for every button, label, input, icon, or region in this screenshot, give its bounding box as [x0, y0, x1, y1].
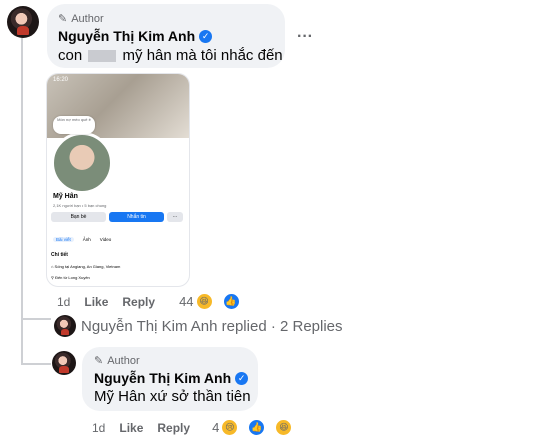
thread-line-curve-1	[21, 318, 51, 320]
reaction-count: 44	[179, 294, 194, 309]
commenter-name[interactable]: Nguyễn Thị Kim Anh ✓	[58, 28, 213, 44]
reply-button[interactable]: Reply	[157, 421, 190, 435]
thread-line-curve-2	[21, 363, 51, 365]
timestamp[interactable]: 1d	[57, 295, 70, 309]
like-button[interactable]: Like	[84, 295, 108, 309]
reply-button[interactable]: Reply	[122, 295, 155, 309]
status-time: 16:20	[53, 77, 69, 83]
commenter-name[interactable]: Nguyễn Thị Kim Anh ✓	[94, 370, 249, 386]
verified-icon: ✓	[199, 29, 213, 43]
author-badge: ✎ Author	[94, 354, 140, 368]
message-button: Nhắn tin	[109, 212, 164, 222]
location-icon: ⚲	[51, 275, 54, 280]
home-icon: ⌂	[51, 264, 54, 269]
reaction-summary[interactable]: 44 😆 👍	[179, 293, 253, 310]
tab-posts: Bài viết	[53, 237, 74, 242]
tab-videos: Video	[99, 237, 112, 242]
comment-text: Mỹ Hân xứ sở thần tiên	[94, 388, 251, 405]
sad-icon: 😢	[221, 419, 239, 436]
thread-line-main	[21, 36, 23, 320]
like-button[interactable]: Like	[119, 421, 143, 435]
detail-line: ⚲ Đến từ Long Xuyên	[51, 275, 90, 280]
view-replies-link[interactable]: Nguyễn Thị Kim Anh replied · 2 Replies	[81, 318, 343, 335]
avatar[interactable]	[54, 315, 76, 337]
haha-icon: 😆	[195, 293, 213, 310]
friends-button: Bạn bè	[51, 212, 106, 222]
avatar[interactable]	[52, 351, 76, 375]
more-options-icon[interactable]: ···	[297, 28, 313, 46]
haha-icon: 😆	[275, 419, 293, 436]
author-badge: ✎ Author	[58, 12, 104, 26]
reaction-summary[interactable]: 4 😢 👍 😆	[212, 419, 306, 436]
thread-line-branch	[21, 320, 23, 365]
pencil-icon: ✎	[94, 355, 104, 367]
more-button: ···	[167, 212, 183, 222]
profile-note: Món nợ mèo quê ê	[53, 116, 95, 134]
detail-line: ⌂ Sống tại Angiang, An Giang, Vietnam	[51, 264, 121, 269]
comment-actions: 1d Like Reply 44 😆 👍	[57, 293, 254, 310]
like-icon: 👍	[248, 419, 266, 436]
pencil-icon: ✎	[58, 13, 68, 25]
comment-text: con mỹ hân mà tôi nhắc đến	[58, 47, 283, 64]
profile-stats: 2,1K người bạn • 5 bạn chung	[53, 203, 107, 208]
profile-tabs: Bài viết Ảnh Video	[53, 237, 111, 242]
reaction-count: 4	[212, 420, 220, 435]
verified-icon: ✓	[235, 371, 249, 385]
avatar[interactable]	[7, 6, 39, 38]
profile-name: Mỹ Hân	[53, 193, 78, 200]
attached-screenshot[interactable]: 16:20 Món nợ mèo quê ê Mỹ Hân 2,1K người…	[46, 73, 190, 287]
comment-actions: 1d Like Reply 4 😢 👍 😆	[92, 419, 306, 436]
censored-block	[88, 50, 117, 63]
details-title: Chi tiết	[51, 252, 68, 258]
profile-picture	[51, 132, 113, 194]
tab-photos: Ảnh	[82, 237, 91, 242]
like-icon: 👍	[222, 293, 240, 310]
timestamp[interactable]: 1d	[92, 421, 105, 435]
